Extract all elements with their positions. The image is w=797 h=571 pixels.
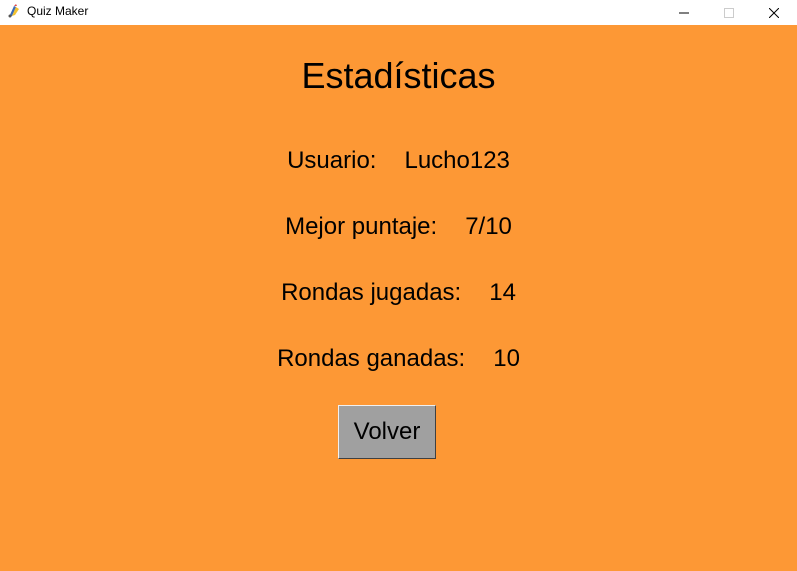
stats-screen: Estadísticas Usuario: Lucho123 Mejor punt… [0,25,797,571]
maximize-icon [724,7,734,18]
close-icon [769,7,779,18]
close-button[interactable] [751,0,797,25]
stat-label-rounds-played: Rondas jugadas: [281,279,462,306]
stat-row-rounds-played: Rondas jugadas: 14 [0,279,797,307]
page-title: Estadísticas [301,55,496,96]
window-title: Quiz Maker [27,4,89,18]
title-bar[interactable]: Quiz Maker [0,0,797,25]
minimize-button[interactable] [661,0,707,25]
back-button[interactable]: Volver [338,405,436,459]
stat-value-rounds-played: 14 [489,279,516,306]
stat-label-user: Usuario: [287,147,377,174]
maximize-button[interactable] [706,0,752,25]
python-feather-icon [6,3,22,19]
stat-value-user: Lucho123 [404,147,510,174]
stat-row-user: Usuario: Lucho123 [0,147,797,175]
stat-label-rounds-won: Rondas ganadas: [277,345,466,372]
stat-label-best-score: Mejor puntaje: [285,213,438,240]
minimize-icon [679,12,689,13]
app-window: Quiz Maker Estadísticas Usuario: Lucho123… [0,0,797,571]
stat-value-rounds-won: 10 [493,345,520,372]
stat-row-rounds-won: Rondas ganadas: 10 [0,345,797,373]
stat-row-best-score: Mejor puntaje: 7/10 [0,213,797,241]
stat-value-best-score: 7/10 [465,213,512,240]
